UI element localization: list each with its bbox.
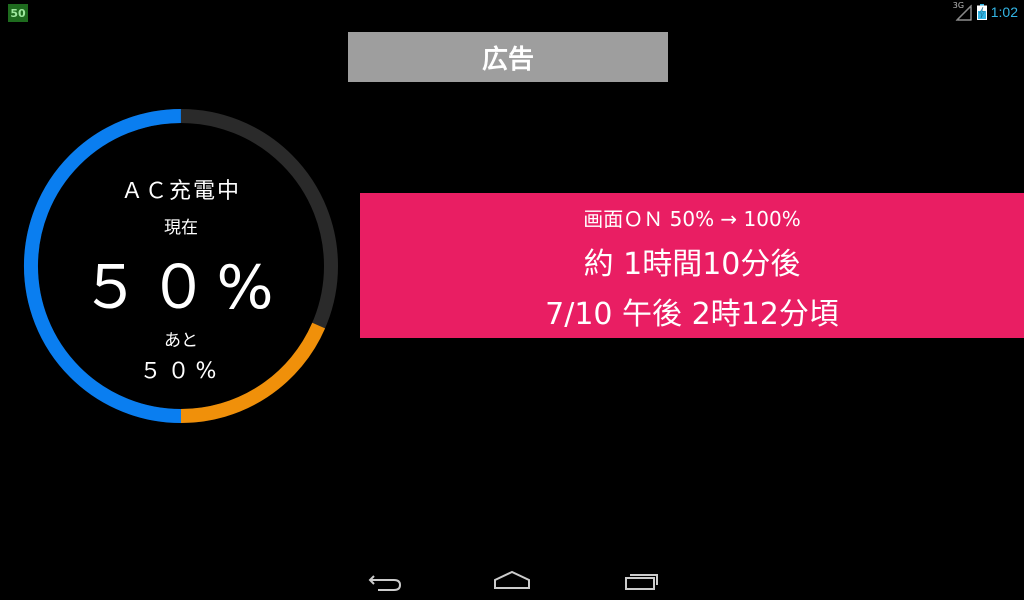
back-icon (368, 575, 402, 591)
remaining-percent: ５０% (139, 359, 223, 384)
recent-apps-button[interactable] (616, 564, 666, 596)
battery-gauge: ＡＣ充電中 現在 ５０% あと ５０% (18, 103, 344, 429)
time-until-full: 約 1時間10分後 (583, 247, 801, 282)
remaining-label: あと (164, 331, 198, 351)
charging-status: ＡＣ充電中 (120, 179, 241, 204)
signal-icon: 3G (952, 1, 973, 21)
current-percent: ５０% (80, 253, 282, 323)
back-button[interactable] (360, 564, 410, 596)
status-icons: 3G 1:02 (952, 1, 1018, 22)
status-bar: 50 3G 1:02 (0, 0, 1024, 25)
status-clock: 1:02 (990, 4, 1018, 20)
charge-mode-text: 画面ＯＮ 50% → 100% (583, 207, 801, 231)
navigation-bar (0, 560, 1024, 600)
home-icon (494, 570, 530, 589)
gauge-text: ＡＣ充電中 現在 ５０% あと ５０% (18, 103, 344, 429)
current-label: 現在 (164, 218, 198, 238)
ad-label: 広告 (481, 44, 534, 75)
home-button[interactable] (487, 564, 537, 596)
charge-estimate-panel: 画面ＯＮ 50% → 100% 約 1時間10分後 7/10 午後 2時12分頃 (360, 193, 1024, 338)
network-type-label: 3G (952, 1, 965, 10)
battery-charging-icon (976, 4, 987, 20)
estimated-completion-time: 7/10 午後 2時12分頃 (545, 297, 839, 332)
ad-banner[interactable]: 広告 (348, 32, 668, 82)
recent-apps-icon (625, 574, 658, 590)
screen: 50 3G 1:02 広告 ＡＣ充電中 現在 ５０% あと ５０% 画面ＯＮ 5… (0, 0, 1024, 600)
battery-level-notification-icon[interactable]: 50 (8, 4, 28, 22)
